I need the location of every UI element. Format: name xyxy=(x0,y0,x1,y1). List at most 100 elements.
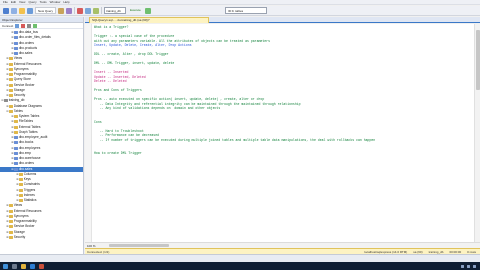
tree-item-label: Graph Tables xyxy=(18,129,38,134)
connect-button[interactable]: Connect xyxy=(2,24,13,28)
folder-icon xyxy=(19,172,23,176)
file-explorer-icon[interactable] xyxy=(21,263,26,269)
folder-icon xyxy=(14,115,18,119)
folder-icon xyxy=(4,99,8,103)
folder-icon xyxy=(14,52,18,56)
folder-icon xyxy=(14,136,18,140)
analysis-query-icon[interactable] xyxy=(66,7,73,14)
elapsed-time: 00:00:00 xyxy=(449,249,462,254)
toolbar-separator xyxy=(101,7,103,14)
vertical-scrollbar[interactable] xyxy=(474,24,480,242)
tab-sqlquery1[interactable]: SQLQuery1.sql - ...ilu.training_db (sa (… xyxy=(89,17,209,23)
tree-item-label: Security xyxy=(13,93,26,98)
folder-icon xyxy=(19,188,23,192)
ssms-icon[interactable] xyxy=(39,263,44,269)
menu-edit[interactable]: Edit xyxy=(11,0,16,4)
folder-icon xyxy=(14,157,18,161)
menu-file[interactable]: File xyxy=(3,0,8,4)
tree-item-label: FileTables xyxy=(18,119,34,124)
tree-item-label: Views xyxy=(13,203,23,208)
connect-icon[interactable] xyxy=(15,23,20,28)
execute-button[interactable]: Execute xyxy=(128,7,143,14)
tree-item-label: External Resources xyxy=(13,208,42,213)
folder-icon xyxy=(9,78,13,82)
database-name: training_db xyxy=(428,249,444,254)
folder-icon xyxy=(9,230,13,234)
folder-icon xyxy=(19,193,23,197)
tree-item-label: training_db xyxy=(8,98,25,103)
notification-icon[interactable] xyxy=(473,264,476,268)
copy-icon[interactable] xyxy=(85,7,92,14)
code-area[interactable]: What is a Trigger? Trigger :- a special c… xyxy=(94,25,474,156)
query-editor[interactable]: What is a Trigger? Trigger :- a special c… xyxy=(85,24,480,242)
folder-icon xyxy=(9,67,13,71)
tree-item[interactable]: ⊞ Security xyxy=(0,235,83,240)
tree-item-label: Triggers xyxy=(23,187,36,192)
open-icon[interactable] xyxy=(19,7,25,14)
tree-item-label: Service Broker xyxy=(13,224,35,229)
document-tab-strip: SQLQuery1.sql - ...ilu.training_db (sa (… xyxy=(85,17,480,23)
folder-icon xyxy=(14,130,18,134)
forward-icon[interactable] xyxy=(11,7,17,14)
tree-item-label: Columns xyxy=(23,171,37,176)
code-line: How to create DML Trigger xyxy=(94,151,142,155)
tree-item-label: dbo.emp xyxy=(18,150,32,155)
refresh-icon[interactable] xyxy=(33,23,38,28)
tree-item-label: dbo.data_bus xyxy=(18,30,39,35)
menu-query[interactable]: Query xyxy=(28,0,36,4)
tree-item-label: Storage xyxy=(13,87,25,92)
tree-item-label: Security xyxy=(13,234,26,239)
network-icon[interactable] xyxy=(461,264,464,268)
menu-view[interactable]: View xyxy=(19,0,25,4)
user-name: sa (60) xyxy=(413,249,423,254)
folder-icon xyxy=(9,214,13,218)
folder-icon xyxy=(19,178,23,182)
db-engine-query-icon[interactable] xyxy=(58,7,65,14)
tree-item-label: Constraints xyxy=(23,182,40,187)
folder-icon xyxy=(14,36,18,40)
disconnect-icon[interactable] xyxy=(21,23,26,28)
tree-item-label: Storage xyxy=(13,229,25,234)
database-select[interactable]: training_db xyxy=(104,7,127,14)
start-icon[interactable] xyxy=(3,263,8,269)
zoom-select[interactable]: 100 % xyxy=(85,244,105,248)
folder-icon xyxy=(14,141,18,145)
toolbar: New Query training_db Execute ID:9. tabl… xyxy=(0,6,480,16)
horizontal-scroll-thumb[interactable] xyxy=(109,244,169,247)
tree-item-label: dbo.sales xyxy=(18,166,33,171)
menu-tools[interactable]: Tools xyxy=(40,0,47,4)
new-query-button[interactable]: New Query xyxy=(35,7,57,14)
tree-item-label: Statistics xyxy=(23,198,37,203)
folder-icon xyxy=(9,73,13,77)
tree-item-label: Programmability xyxy=(13,72,37,77)
tree-item-label: Keys xyxy=(23,177,31,182)
connection-status: Connected. (1/1) xyxy=(87,249,110,254)
filter-icon[interactable] xyxy=(27,23,32,28)
back-icon[interactable] xyxy=(3,7,9,14)
browser-icon[interactable] xyxy=(30,263,35,269)
menu-window[interactable]: Window xyxy=(50,0,61,4)
server-name: localhost\sqlexpress (14.0 RTM) xyxy=(364,249,408,254)
vertical-scroll-thumb[interactable] xyxy=(476,30,480,90)
tree-item-label: Query Store xyxy=(13,77,31,82)
folder-icon xyxy=(9,209,13,213)
search-input[interactable]: ID:9. tables xyxy=(225,7,267,14)
tree-item-label: Programmability xyxy=(13,219,37,224)
folder-icon xyxy=(9,204,13,208)
tree-item-label: dbo.order_files_details xyxy=(18,35,51,40)
parse-icon[interactable] xyxy=(144,7,151,14)
menu-bar: File Edit View Query Tools Window Help xyxy=(0,0,480,5)
cut-icon[interactable] xyxy=(77,7,84,14)
volume-icon[interactable] xyxy=(467,264,470,268)
folder-icon xyxy=(9,109,13,113)
windows-taskbar xyxy=(0,262,480,270)
folder-icon xyxy=(19,183,23,187)
paste-icon[interactable] xyxy=(93,7,100,14)
save-icon[interactable] xyxy=(27,7,33,14)
tree-item-label: Tables xyxy=(13,108,23,113)
folder-icon xyxy=(9,104,13,108)
object-explorer-tree: ⊞ dbo.data_bus ⊞ dbo.order_files_details ⊞ db… xyxy=(0,29,83,240)
search-icon[interactable] xyxy=(12,263,17,269)
menu-help[interactable]: Help xyxy=(63,0,69,4)
folder-icon xyxy=(9,62,13,66)
